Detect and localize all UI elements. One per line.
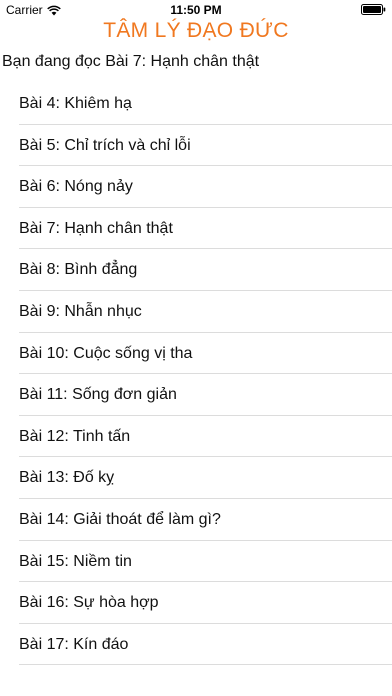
lesson-item-14[interactable]: Bài 14: Giải thoát để làm gì? (0, 499, 392, 541)
lesson-item-7[interactable]: Bài 7: Hạnh chân thật (0, 208, 392, 250)
battery-icon (361, 4, 386, 15)
lesson-item-15[interactable]: Bài 15: Niềm tin (0, 541, 392, 583)
lesson-item-12[interactable]: Bài 12: Tinh tấn (0, 416, 392, 458)
lesson-item-8[interactable]: Bài 8: Bình đẳng (0, 249, 392, 291)
lesson-item-9[interactable]: Bài 9: Nhẫn nhục (0, 291, 392, 333)
lesson-item-4[interactable]: Bài 4: Khiêm hạ (0, 83, 392, 125)
lesson-item-13[interactable]: Bài 13: Đố kỵ (0, 457, 392, 499)
app-screen: Carrier 11:50 PM TÂM LÝ ĐẠO ĐỨC Bạn đang… (0, 0, 392, 696)
page-title: TÂM LÝ ĐẠO ĐỨC (103, 19, 289, 42)
lesson-item-6[interactable]: Bài 6: Nóng nảy (0, 166, 392, 208)
lesson-list: Bài 4: Khiêm hạ Bài 5: Chỉ trích và chỉ … (0, 83, 392, 665)
current-reading-label: Bạn đang đọc Bài 7: Hạnh chân thật (2, 53, 260, 70)
status-time: 11:50 PM (170, 3, 222, 17)
lesson-item-16[interactable]: Bài 16: Sự hòa hợp (0, 582, 392, 624)
lesson-item-17[interactable]: Bài 17: Kín đáo (0, 624, 392, 666)
lesson-item-5[interactable]: Bài 5: Chỉ trích và chỉ lỗi (0, 125, 392, 167)
status-bar: Carrier 11:50 PM (0, 0, 392, 20)
lesson-item-10[interactable]: Bài 10: Cuộc sống vị tha (0, 333, 392, 375)
lesson-item-11[interactable]: Bài 11: Sống đơn giản (0, 374, 392, 416)
